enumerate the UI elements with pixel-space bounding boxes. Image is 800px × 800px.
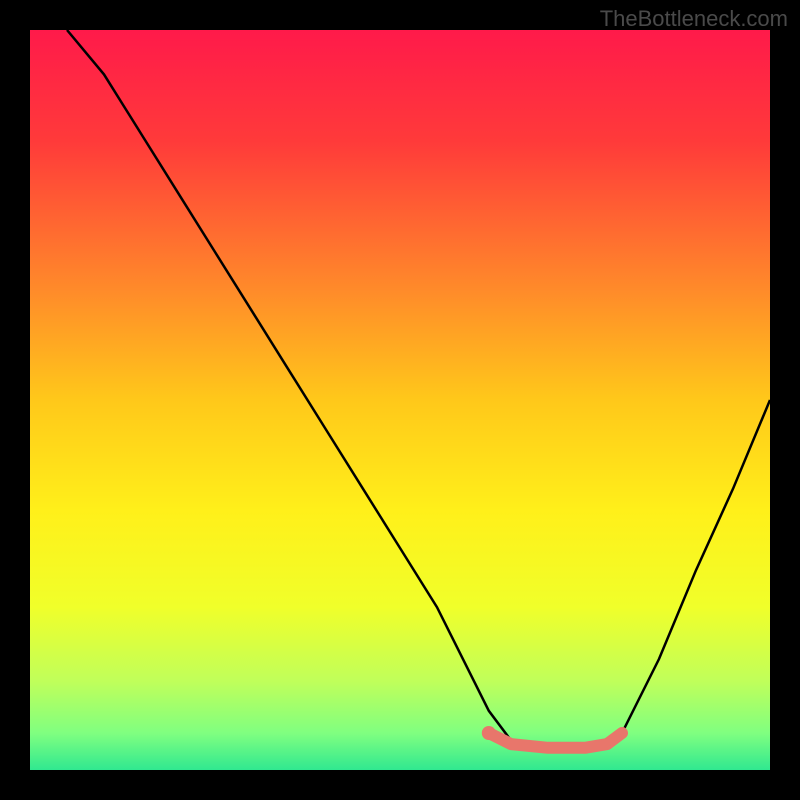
chart-svg [30,30,770,770]
chart-area [30,30,770,770]
highlight-point [482,726,496,740]
watermark-text: TheBottleneck.com [600,6,788,32]
